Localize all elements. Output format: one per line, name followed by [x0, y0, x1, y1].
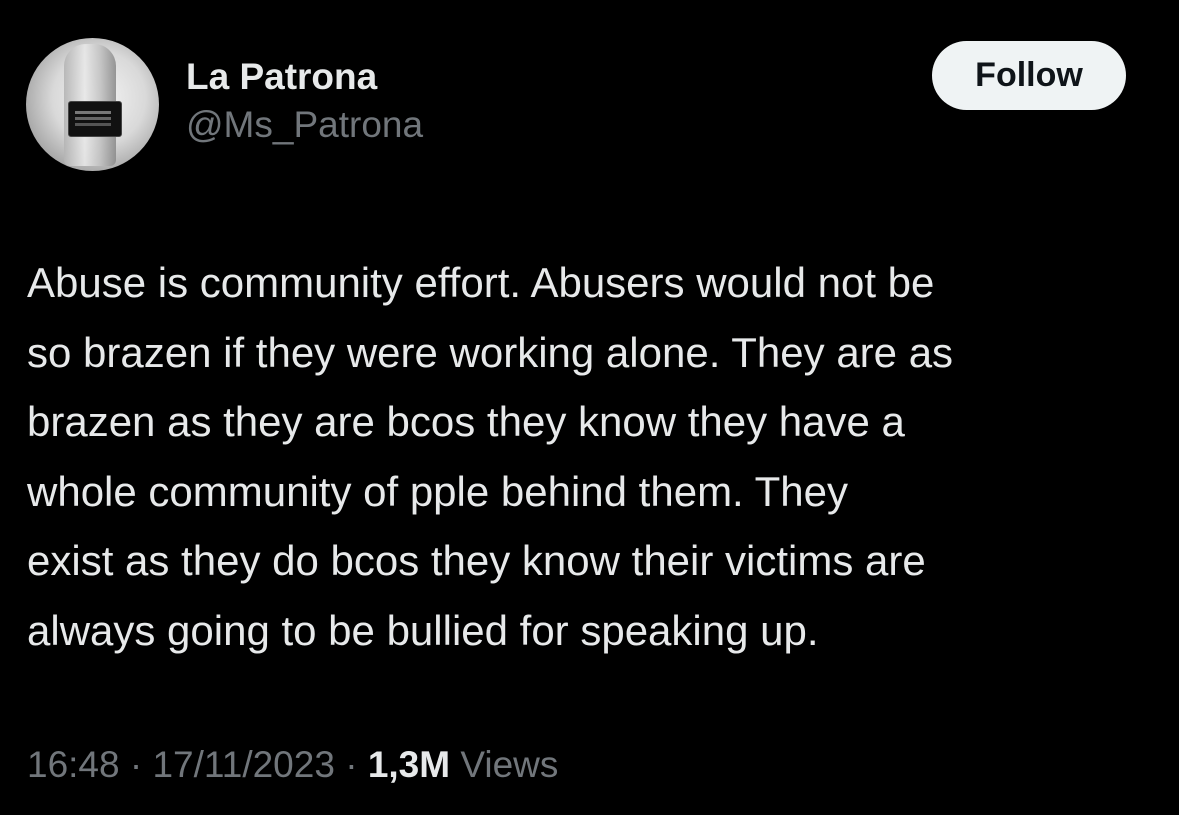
views-label: Views [460, 744, 559, 785]
author-handle[interactable]: @Ms_Patrona [186, 102, 423, 148]
meta-separator: · [334, 744, 368, 785]
tweet-date[interactable]: 17/11/2023 [152, 744, 334, 785]
tweet-card: La Patrona @Ms_Patrona Follow Abuse is c… [0, 0, 1179, 815]
tweet-text: Abuse is community effort. Abusers would… [27, 259, 954, 654]
tweet-header: La Patrona @Ms_Patrona Follow [26, 38, 1153, 173]
tweet-meta: 16:48 · 17/11/2023 · 1,3M Views [27, 742, 558, 788]
tweet-time[interactable]: 16:48 [27, 744, 120, 785]
author-display-name[interactable]: La Patrona [186, 54, 423, 100]
views-count: 1,3M [367, 744, 451, 785]
meta-separator: · [119, 744, 153, 785]
avatar[interactable] [26, 38, 159, 171]
author-names: La Patrona @Ms_Patrona [186, 54, 423, 148]
avatar-phone [68, 101, 122, 137]
follow-button[interactable]: Follow [932, 41, 1126, 110]
